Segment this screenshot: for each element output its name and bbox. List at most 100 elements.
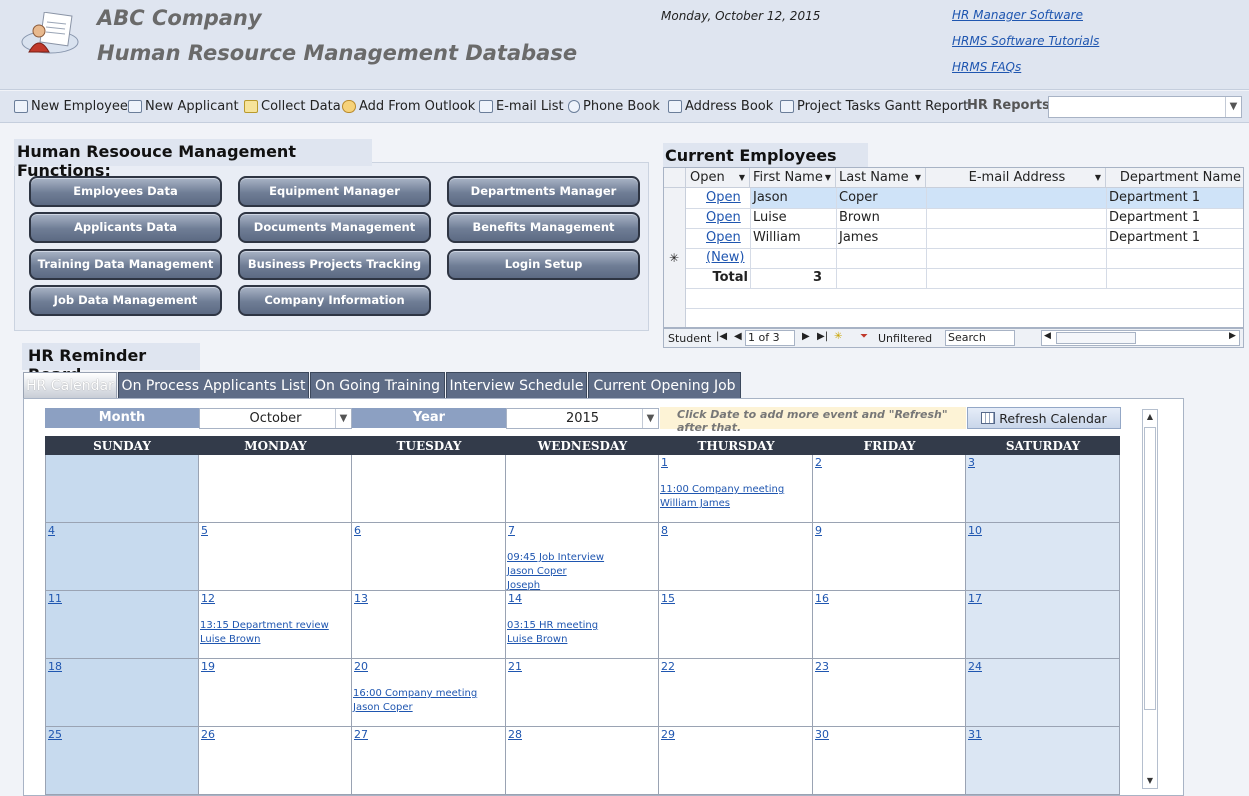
calendar-day-cell[interactable]: 9 <box>813 523 966 591</box>
last-name-cell[interactable]: James <box>836 228 926 248</box>
department-cell[interactable]: Department 1 <box>1106 188 1243 208</box>
calendar-day-cell[interactable] <box>199 455 352 523</box>
calendar-day-cell[interactable]: 14 03:15 HR meeting Luise Brown <box>506 591 659 659</box>
calendar-day-cell[interactable]: 17 <box>966 591 1120 659</box>
hr-reports-select[interactable] <box>1048 96 1242 118</box>
scroll-thumb[interactable] <box>1144 427 1156 710</box>
day-number-link[interactable]: 8 <box>661 524 668 537</box>
departments-manager-button[interactable]: Departments Manager <box>447 176 640 207</box>
day-number-link[interactable]: 19 <box>201 660 215 673</box>
scroll-left-icon[interactable]: ◀ <box>1044 331 1051 341</box>
day-number-link[interactable]: 15 <box>661 592 675 605</box>
filter-icon[interactable]: ⏷ <box>860 331 868 342</box>
employees-data-management-button[interactable]: Employees Data Management <box>29 176 222 225</box>
calendar-day-cell[interactable] <box>352 455 506 523</box>
calendar-day-cell[interactable]: 16 <box>813 591 966 659</box>
day-number-link[interactable]: 2 <box>815 456 822 469</box>
tab-on-going-training[interactable]: On Going Training <box>310 372 445 399</box>
column-header-open[interactable]: Open ▼ <box>686 168 750 188</box>
calendar-day-cell[interactable]: 10 <box>966 523 1120 591</box>
day-number-link[interactable]: 12 <box>201 592 215 605</box>
link-hr-manager-software[interactable]: HR Manager Software <box>952 8 1083 22</box>
calendar-day-cell[interactable]: 27 <box>352 727 506 795</box>
day-number-link[interactable]: 13 <box>354 592 368 605</box>
new-record-icon[interactable]: ✳ <box>834 331 842 342</box>
calendar-event-link[interactable]: 03:15 HR meeting <box>507 619 598 633</box>
calendar-day-cell[interactable]: 23 <box>813 659 966 727</box>
calendar-day-cell[interactable]: 29 <box>659 727 813 795</box>
calendar-day-cell[interactable]: 8 <box>659 523 813 591</box>
day-number-link[interactable]: 21 <box>508 660 522 673</box>
day-number-link[interactable]: 10 <box>968 524 982 537</box>
calendar-day-cell[interactable]: 1 11:00 Company meeting William James <box>659 455 813 523</box>
calendar-day-cell[interactable]: 11 <box>45 591 199 659</box>
phone-book-button[interactable]: Phone Book <box>568 99 660 114</box>
job-data-management-button[interactable]: Job Data Management <box>29 285 222 316</box>
calendar-day-cell[interactable]: 15 <box>659 591 813 659</box>
calendar-event-link[interactable]: William James <box>660 497 730 511</box>
calendar-day-cell[interactable] <box>45 455 199 523</box>
search-input[interactable]: Search <box>945 330 1015 346</box>
chevron-down-icon[interactable]: ▼ <box>642 409 658 428</box>
calendar-day-cell[interactable]: 2 <box>813 455 966 523</box>
calendar-event-link[interactable]: Joseph <box>507 579 540 590</box>
filter-status[interactable]: Unfiltered <box>878 332 932 345</box>
day-number-link[interactable]: 26 <box>201 728 215 741</box>
applicants-data-management-button[interactable]: Applicants Data Management <box>29 212 222 261</box>
day-number-link[interactable]: 31 <box>968 728 982 741</box>
day-number-link[interactable]: 14 <box>508 592 522 605</box>
calendar-day-cell[interactable]: 3 <box>966 455 1120 523</box>
equipment-manager-button[interactable]: Equipment Manager <box>238 176 431 207</box>
last-record-icon[interactable]: ▶| <box>817 331 828 342</box>
open-record-link[interactable]: Open <box>686 188 750 208</box>
column-header-last-name[interactable]: Last Name ▼ <box>836 168 926 188</box>
day-number-link[interactable]: 27 <box>354 728 368 741</box>
calendar-day-cell[interactable]: 4 <box>45 523 199 591</box>
calendar-event-link[interactable]: Jason Coper <box>507 565 567 579</box>
tab-current-opening-job[interactable]: Current Opening Job <box>588 372 741 399</box>
gantt-report-button[interactable]: Project Tasks Gantt Report <box>780 99 968 114</box>
calendar-day-cell[interactable]: 31 <box>966 727 1120 795</box>
day-number-link[interactable]: 3 <box>968 456 975 469</box>
first-record-icon[interactable]: |◀ <box>716 331 727 342</box>
calendar-day-cell[interactable]: 24 <box>966 659 1120 727</box>
benefits-management-button[interactable]: Benefits Management <box>447 212 640 243</box>
calendar-event-link[interactable]: Luise Brown <box>200 633 260 647</box>
column-header-department[interactable]: Department Name <box>1106 168 1243 188</box>
day-number-link[interactable]: 23 <box>815 660 829 673</box>
refresh-calendar-button[interactable]: Refresh Calendar <box>967 407 1121 429</box>
year-select[interactable]: 2015 <box>506 408 659 429</box>
calendar-day-cell[interactable]: 21 <box>506 659 659 727</box>
link-hrms-faqs[interactable]: HRMS FAQs <box>952 60 1021 74</box>
calendar-day-cell[interactable]: 12 13:15 Department review Luise Brown <box>199 591 352 659</box>
chevron-down-icon[interactable]: ▼ <box>1225 97 1241 117</box>
day-number-link[interactable]: 20 <box>354 660 368 673</box>
add-from-outlook-button[interactable]: Add From Outlook <box>342 99 475 114</box>
day-number-link[interactable]: 9 <box>815 524 822 537</box>
calendar-event-link[interactable]: 16:00 Company meeting <box>353 687 477 701</box>
calendar-event-link[interactable]: 11:00 Company meeting <box>660 483 784 497</box>
calendar-day-cell[interactable]: 26 <box>199 727 352 795</box>
email-list-button[interactable]: E-mail List <box>479 99 564 114</box>
scroll-up-icon[interactable]: ▲ <box>1143 410 1157 424</box>
day-number-link[interactable]: 25 <box>48 728 62 741</box>
open-record-link[interactable]: Open <box>686 228 750 248</box>
department-cell[interactable]: Department 1 <box>1106 208 1243 228</box>
new-applicant-button[interactable]: New Applicant <box>128 99 239 114</box>
chevron-down-icon[interactable]: ▼ <box>335 409 351 428</box>
day-number-link[interactable]: 28 <box>508 728 522 741</box>
day-number-link[interactable]: 17 <box>968 592 982 605</box>
day-number-link[interactable]: 22 <box>661 660 675 673</box>
calendar-day-cell[interactable]: 19 <box>199 659 352 727</box>
first-name-cell[interactable]: Luise <box>750 208 836 228</box>
previous-record-icon[interactable]: ◀ <box>734 331 742 342</box>
calendar-day-cell[interactable]: 18 <box>45 659 199 727</box>
day-number-link[interactable]: 7 <box>508 524 515 537</box>
link-hrms-tutorials[interactable]: HRMS Software Tutorials <box>952 34 1099 48</box>
column-header-email[interactable]: E-mail Address ▼ <box>926 168 1106 188</box>
calendar-day-cell[interactable]: 25 <box>45 727 199 795</box>
calendar-day-cell[interactable] <box>506 455 659 523</box>
scroll-right-icon[interactable]: ▶ <box>1229 331 1236 341</box>
collect-data-button[interactable]: Collect Data <box>244 99 341 114</box>
day-number-link[interactable]: 30 <box>815 728 829 741</box>
